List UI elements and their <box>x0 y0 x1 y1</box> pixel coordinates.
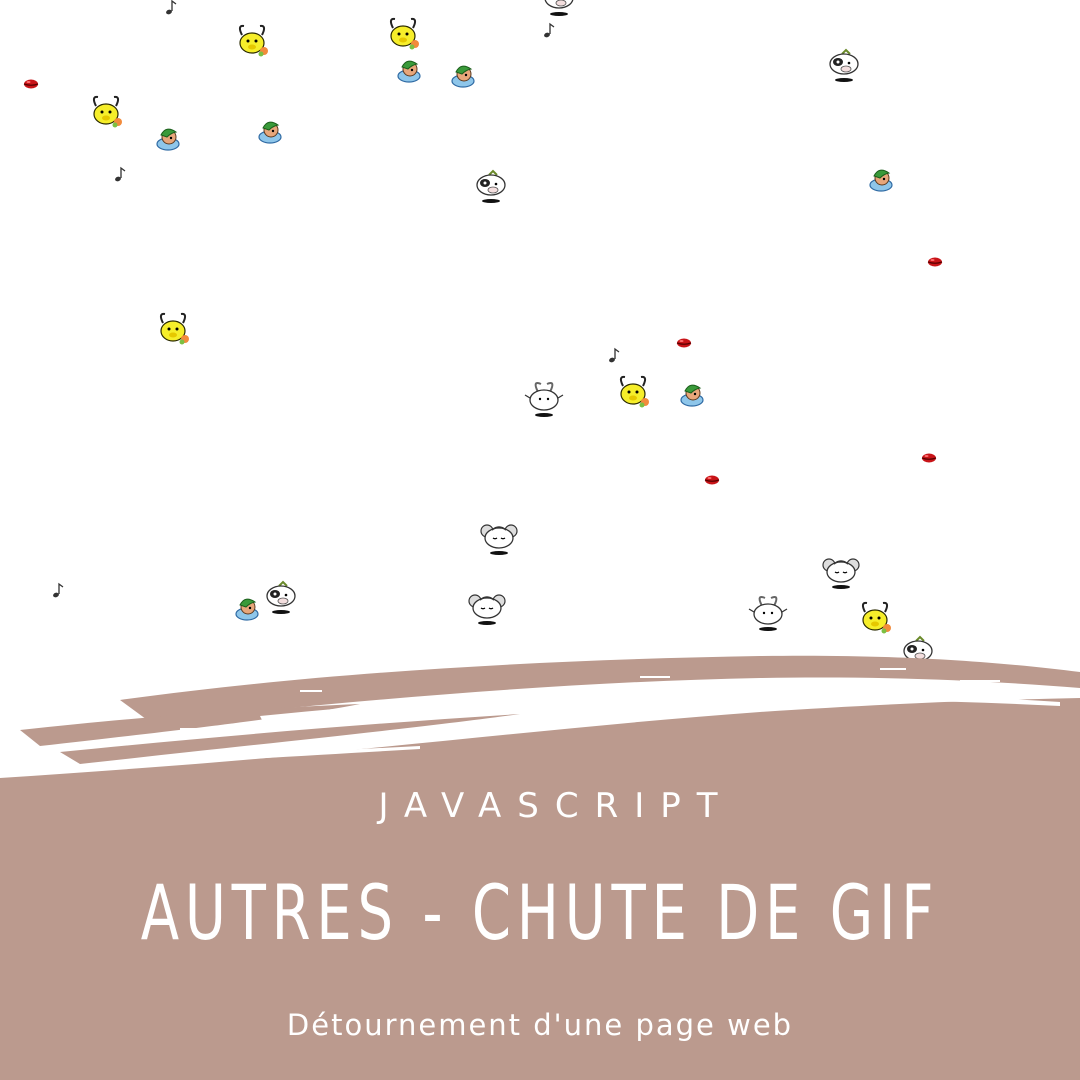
subtitle: Détournement d'une page web <box>286 1008 794 1042</box>
category-label: JAVASCRIPT <box>378 786 734 826</box>
page-title: AUTRES - CHUTE DE GIF <box>140 868 940 957</box>
graphic-canvas: JAVASCRIPT AUTRES - CHUTE DE GIF Détourn… <box>0 0 1080 1080</box>
